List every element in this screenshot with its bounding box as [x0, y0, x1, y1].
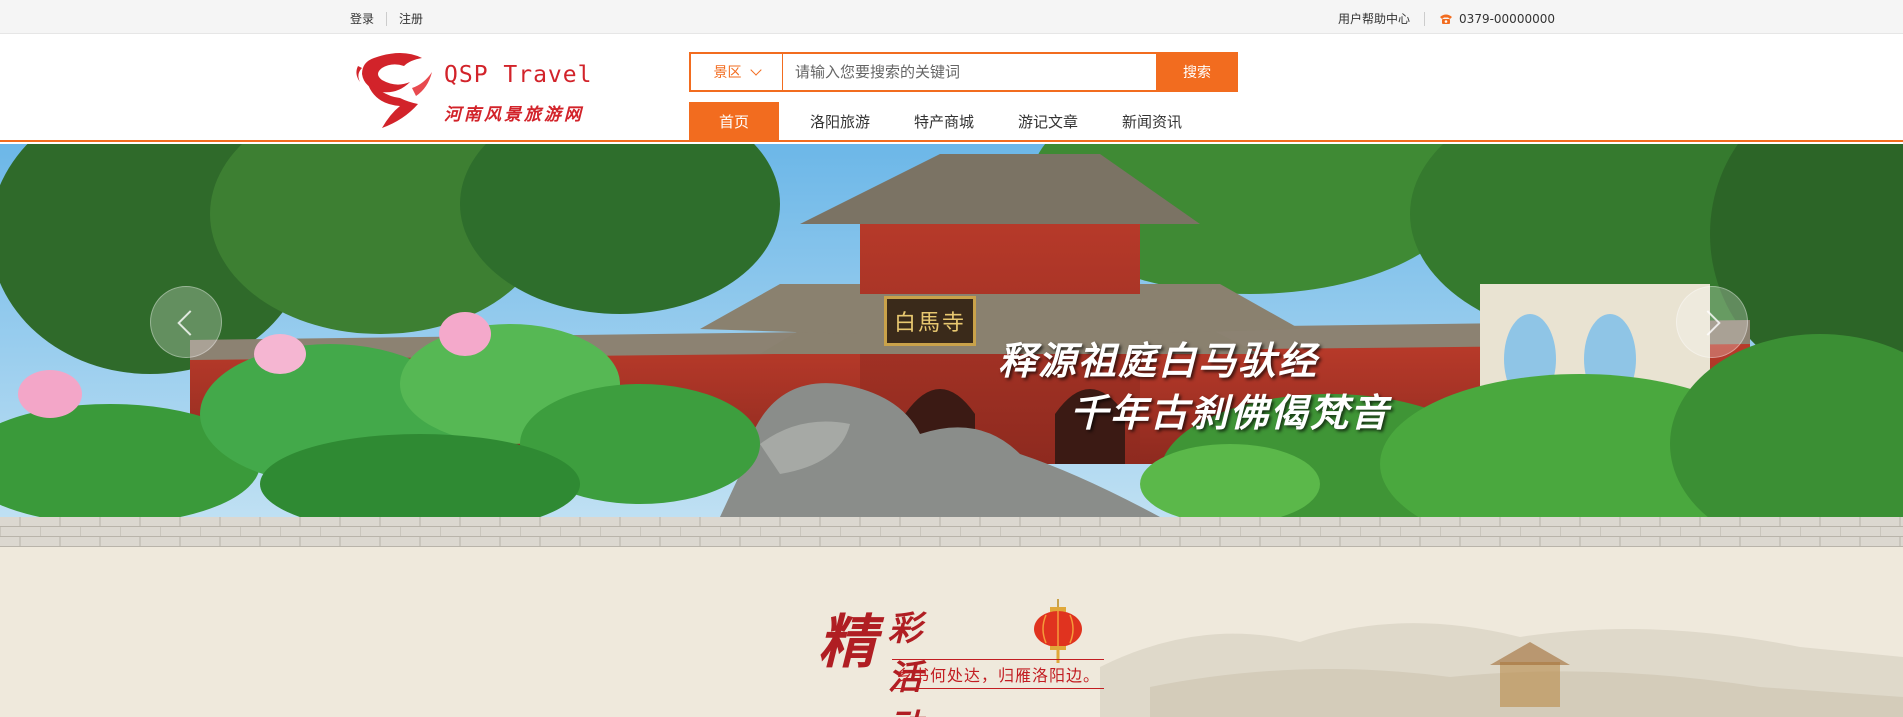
banner-slogan-line2: 千年古刹佛偈梵音 — [1070, 390, 1391, 435]
banner-prev-arrow-icon[interactable] — [150, 286, 222, 358]
banner-slogan-line1: 释源祖庭白马驮经 — [998, 338, 1319, 383]
header: QSP Travel 河南风景旅游网 景区 搜索 首页 洛阳旅游 特产商城 游记… — [0, 34, 1903, 142]
phone-icon — [1440, 14, 1453, 24]
activity-title-big: 精 — [818, 608, 877, 676]
search-button[interactable]: 搜索 — [1156, 52, 1238, 92]
nav-item-specialty-mall[interactable]: 特产商城 — [892, 102, 996, 142]
brick-divider — [0, 517, 1903, 547]
help-center-link[interactable]: 用户帮助中心 — [1338, 10, 1410, 27]
dragon-logo-icon — [356, 53, 432, 128]
temple-plaque: 白馬寺 — [884, 296, 976, 346]
logo-name-cn: 河南风景旅游网 — [444, 105, 584, 125]
search-category-label: 景区 — [713, 65, 742, 81]
hero-banner[interactable]: 白馬寺 释源祖庭白马驮经 千年古刹佛偈梵音 — [0, 144, 1903, 517]
nav-item-home[interactable]: 首页 — [689, 102, 779, 142]
nav-item-travel-articles[interactable]: 游记文章 — [996, 102, 1100, 142]
lantern-icon — [1034, 599, 1082, 663]
divider — [386, 11, 388, 26]
chevron-down-icon — [749, 64, 762, 76]
brick-pattern — [0, 517, 1903, 547]
main-nav: 首页 洛阳旅游 特产商城 游记文章 新闻资讯 — [689, 102, 1204, 142]
activity-subtitle: 乡书何处达，归雁洛阳边。 — [892, 659, 1105, 689]
banner-next-arrow-icon[interactable] — [1676, 286, 1748, 358]
phone-number: 0379-00000000 — [1459, 11, 1555, 26]
top-utility-bar: 登录 注册 用户帮助中心 0379-00000000 — [0, 0, 1903, 34]
logo-name-en: QSP Travel — [444, 62, 593, 88]
site-logo[interactable]: QSP Travel 河南风景旅游网 — [352, 48, 612, 130]
search-category-select[interactable]: 景区 — [691, 54, 783, 90]
register-link[interactable]: 注册 — [399, 10, 423, 27]
nav-item-news[interactable]: 新闻资讯 — [1100, 102, 1204, 142]
search-input[interactable] — [783, 54, 1156, 90]
ink-mountain-background — [1100, 623, 1903, 717]
search-bar: 景区 搜索 — [689, 52, 1238, 92]
login-link[interactable]: 登录 — [350, 10, 374, 27]
activity-section: 精 彩活动 乡书何处达，归雁洛阳边。 — [0, 547, 1903, 717]
nav-item-luoyang-travel[interactable]: 洛阳旅游 — [788, 102, 892, 142]
